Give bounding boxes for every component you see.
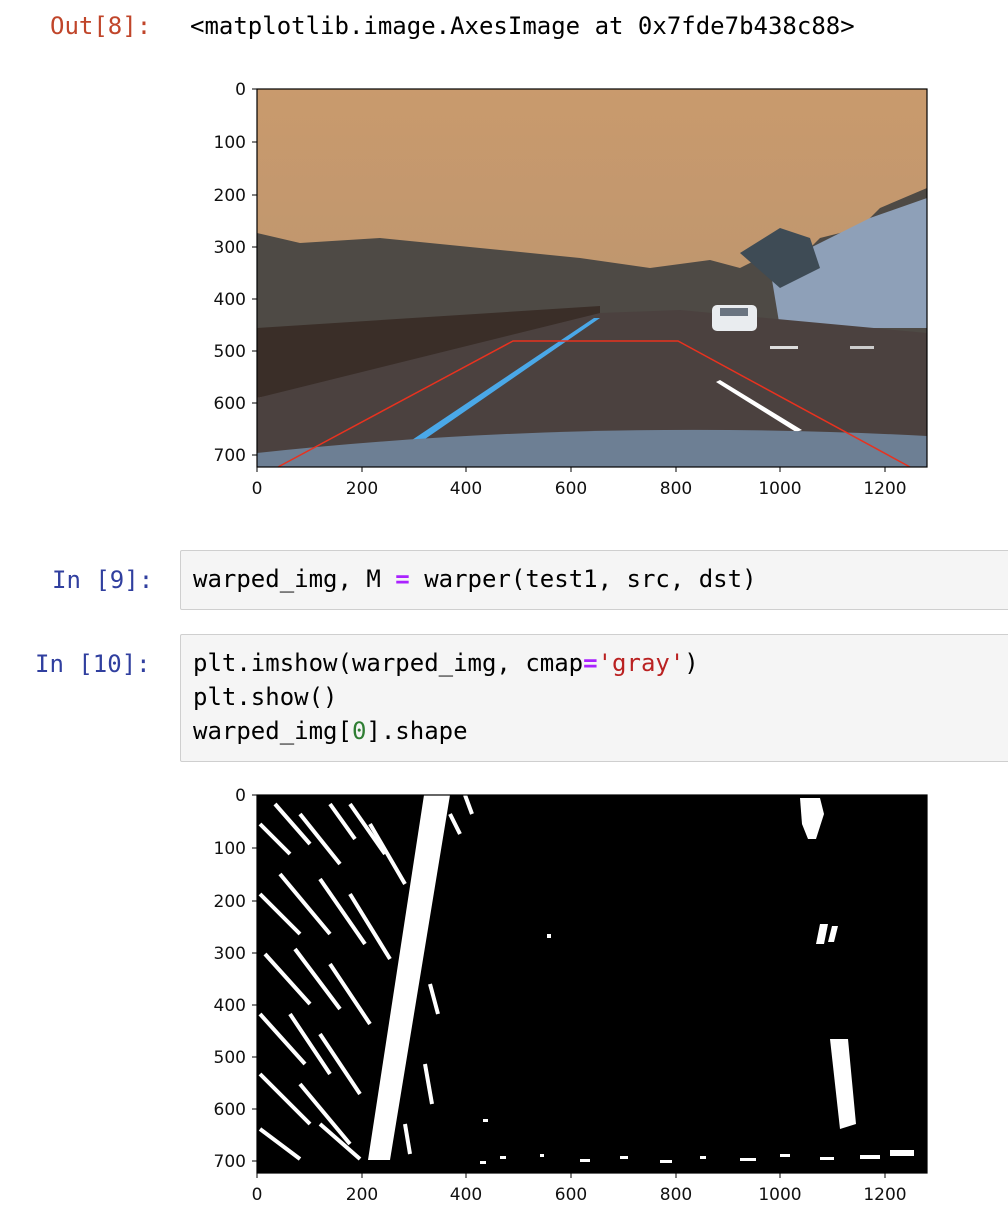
y-tick: 700 (214, 446, 246, 466)
x-tick: 200 (346, 1185, 378, 1205)
y-tick: 0 (235, 786, 246, 806)
code-line[interactable]: plt.imshow(warped_img, cmap='gray') (193, 649, 699, 677)
x-tick: 0 (252, 479, 263, 499)
y-tick: 600 (214, 394, 246, 414)
code-cell-10[interactable]: plt.imshow(warped_img, cmap='gray') plt.… (180, 634, 1008, 762)
x-tick: 1200 (863, 479, 906, 499)
binary-image (257, 794, 927, 1173)
x-tick: 400 (450, 479, 482, 499)
y-axis: 0 100 200 300 400 500 600 700 (214, 786, 257, 1172)
out-prompt-8: Out[8]: (50, 12, 152, 40)
x-tick: 200 (346, 479, 378, 499)
y-tick: 300 (214, 238, 246, 258)
y-tick: 600 (214, 1100, 246, 1120)
y-tick: 100 (214, 839, 246, 859)
y-tick: 500 (214, 342, 246, 362)
figure-road-image: 0 100 200 300 400 500 600 700 0 200 400 … (180, 78, 960, 512)
x-axis: 0 200 400 600 800 1000 1200 (252, 1173, 907, 1205)
x-tick: 600 (555, 479, 587, 499)
figure-warped-binary: 0 100 200 300 400 500 600 700 0 200 400 … (180, 784, 960, 1224)
x-tick: 1000 (758, 1185, 801, 1205)
output-text-8: <matplotlib.image.AxesImage at 0x7fde7b4… (190, 12, 855, 40)
x-tick: 800 (660, 479, 692, 499)
code-line[interactable]: warped_img, M = warper(test1, src, dst) (193, 565, 757, 593)
x-tick: 600 (555, 1185, 587, 1205)
x-tick: 0 (252, 1185, 263, 1205)
x-tick: 1000 (758, 479, 801, 499)
code-cell-9[interactable]: warped_img, M = warper(test1, src, dst) (180, 550, 1008, 610)
y-tick: 100 (214, 133, 246, 153)
y-axis: 0 100 200 300 400 500 600 700 (214, 80, 257, 466)
y-tick: 200 (214, 186, 246, 206)
y-tick: 500 (214, 1048, 246, 1068)
x-tick: 1200 (863, 1185, 906, 1205)
code-line[interactable]: warped_img[0].shape (193, 717, 468, 745)
road-photo (257, 89, 927, 468)
y-tick: 700 (214, 1152, 246, 1172)
y-tick: 400 (214, 290, 246, 310)
y-tick: 400 (214, 996, 246, 1016)
y-tick: 0 (235, 80, 246, 100)
y-tick: 200 (214, 892, 246, 912)
in-prompt-10: In [10]: (35, 650, 151, 678)
x-tick: 400 (450, 1185, 482, 1205)
x-axis: 0 200 400 600 800 1000 1200 (252, 467, 907, 499)
code-line[interactable]: plt.show() (193, 683, 338, 711)
in-prompt-9: In [9]: (52, 566, 154, 594)
x-tick: 800 (660, 1185, 692, 1205)
y-tick: 300 (214, 944, 246, 964)
